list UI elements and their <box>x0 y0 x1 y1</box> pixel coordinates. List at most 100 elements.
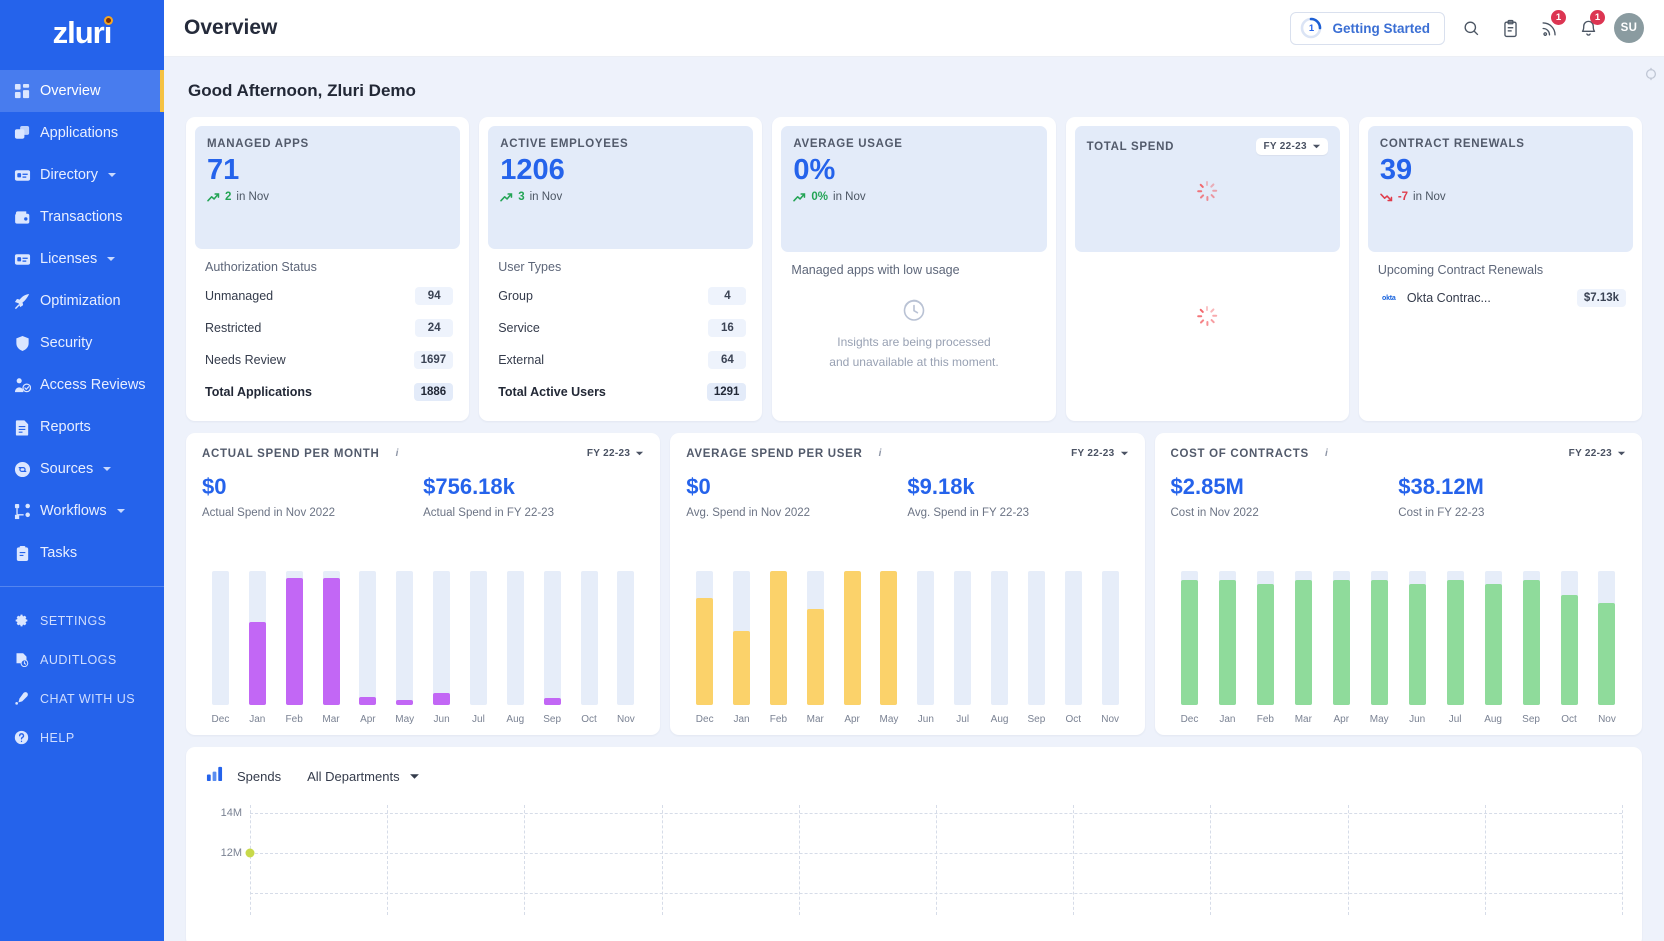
id-card-icon <box>14 167 40 184</box>
grid-vline <box>1348 805 1349 915</box>
kpi-total-row: Total Applications1886 <box>202 376 453 408</box>
expand-chevron[interactable] <box>102 464 112 474</box>
sidebar-item-label: Licenses <box>40 251 97 267</box>
bar-column[interactable]: Sep <box>534 531 571 725</box>
info-icon[interactable]: i <box>873 447 886 460</box>
bar-column[interactable]: Jun <box>1398 531 1436 725</box>
bar-column[interactable]: Apr <box>349 531 386 725</box>
fy-selector[interactable]: FY 22-23 <box>1256 138 1327 155</box>
sidebar-item-sources[interactable]: Sources <box>0 448 164 490</box>
fy-selector[interactable]: FY 22-23 <box>1569 448 1626 459</box>
sidebar-item-tasks[interactable]: Tasks <box>0 532 164 574</box>
bar-column[interactable]: Oct <box>1055 531 1092 725</box>
sidebar-item-directory[interactable]: Directory <box>0 154 164 196</box>
bar-column[interactable]: Jan <box>239 531 276 725</box>
contract-name: Okta Contrac... <box>1407 291 1491 305</box>
bar-column[interactable]: Jul <box>460 531 497 725</box>
kpi-row[interactable]: Needs Review1697 <box>202 344 453 376</box>
contract-renewal-row[interactable]: oktaOkta Contrac...$7.13k <box>1375 283 1626 313</box>
spends-grid <box>250 805 1622 915</box>
kpi-row[interactable]: External64 <box>495 344 746 376</box>
bar-column[interactable]: Feb <box>276 531 313 725</box>
bar-column[interactable]: Dec <box>202 531 239 725</box>
sidebar-item-security[interactable]: Security <box>0 322 164 364</box>
bar-column[interactable]: Jul <box>944 531 981 725</box>
bar-fill <box>1295 580 1312 705</box>
bar-column[interactable]: Jan <box>723 531 760 725</box>
bar-column[interactable]: Apr <box>1322 531 1360 725</box>
resize-handle[interactable] <box>1644 67 1658 81</box>
sidebar-item-chat-with-us[interactable]: CHAT WITH US <box>0 679 164 718</box>
bar-column[interactable]: Jun <box>423 531 460 725</box>
bar-column[interactable]: May <box>1360 531 1398 725</box>
bar-column[interactable]: Sep <box>1512 531 1550 725</box>
bar-column[interactable]: Jun <box>907 531 944 725</box>
bar-column[interactable]: Nov <box>1092 531 1129 725</box>
rss-icon[interactable]: 1 <box>1536 15 1562 41</box>
bar-column[interactable]: Mar <box>313 531 350 725</box>
bar-track <box>323 571 340 705</box>
search-icon[interactable] <box>1458 15 1484 41</box>
bar-column[interactable]: Dec <box>686 531 723 725</box>
bar-label: Jul <box>956 714 969 725</box>
expand-chevron[interactable] <box>116 506 126 516</box>
bar-column[interactable]: May <box>871 531 908 725</box>
fy-selector[interactable]: FY 22-23 <box>587 448 644 459</box>
data-point[interactable] <box>246 849 255 858</box>
bar-column[interactable]: Jul <box>1436 531 1474 725</box>
sidebar-item-auditlogs[interactable]: AUDITLOGS <box>0 640 164 679</box>
info-icon[interactable]: i <box>1320 447 1333 460</box>
kpi-row[interactable]: Service16 <box>495 312 746 344</box>
clock-history-icon <box>901 297 927 323</box>
bell-icon[interactable]: 1 <box>1575 15 1601 41</box>
kpi-title: MANAGED APPS <box>207 138 309 150</box>
bar-fill <box>1561 595 1578 705</box>
brand-logo[interactable]: zluri <box>0 0 164 66</box>
bar-column[interactable]: Oct <box>571 531 608 725</box>
sidebar-item-access-reviews[interactable]: Access Reviews <box>0 364 164 406</box>
bar-column[interactable]: Mar <box>1284 531 1322 725</box>
sidebar-item-transactions[interactable]: Transactions <box>0 196 164 238</box>
sidebar-item-help[interactable]: HELP <box>0 718 164 757</box>
bar-fill <box>323 578 340 705</box>
expand-chevron[interactable] <box>106 254 116 264</box>
bar-column[interactable]: Oct <box>1550 531 1588 725</box>
kpi-total-value: 1291 <box>707 383 747 401</box>
kpi-row[interactable]: Unmanaged94 <box>202 280 453 312</box>
sidebar-item-applications[interactable]: Applications <box>0 112 164 154</box>
bar-column[interactable]: Dec <box>1171 531 1209 725</box>
bar-column[interactable]: Sep <box>1018 531 1055 725</box>
bar-column[interactable]: Feb <box>1246 531 1284 725</box>
sidebar-item-settings[interactable]: SETTINGS <box>0 601 164 640</box>
kpi-delta-period: in Nov <box>530 191 563 203</box>
sidebar-item-licenses[interactable]: Licenses <box>0 238 164 280</box>
sidebar-item-optimization[interactable]: Optimization <box>0 280 164 322</box>
bar-column[interactable]: Apr <box>834 531 871 725</box>
expand-chevron[interactable] <box>107 170 117 180</box>
bar-column[interactable]: Aug <box>497 531 534 725</box>
department-filter-dropdown[interactable]: All Departments <box>307 769 419 784</box>
grid-icon <box>14 83 40 100</box>
bar-label: Apr <box>1334 714 1350 725</box>
bar-label: Jul <box>472 714 485 725</box>
getting-started-button[interactable]: 1 Getting Started <box>1290 12 1445 45</box>
bar-column[interactable]: May <box>386 531 423 725</box>
bar-column[interactable]: Aug <box>1474 531 1512 725</box>
kpi-row-label: External <box>498 353 544 367</box>
fy-selector[interactable]: FY 22-23 <box>1071 448 1128 459</box>
bar-column[interactable]: Mar <box>797 531 834 725</box>
clipboard-icon[interactable] <box>1497 15 1523 41</box>
kpi-row[interactable]: Group4 <box>495 280 746 312</box>
sidebar-item-overview[interactable]: Overview <box>0 70 164 112</box>
sidebar-item-workflows[interactable]: Workflows <box>0 490 164 532</box>
sidebar-item-reports[interactable]: Reports <box>0 406 164 448</box>
bar-column[interactable]: Feb <box>760 531 797 725</box>
kpi-section-label: User Types <box>495 260 746 274</box>
info-icon[interactable]: i <box>390 447 403 460</box>
bar-column[interactable]: Nov <box>1588 531 1626 725</box>
bar-column[interactable]: Jan <box>1208 531 1246 725</box>
kpi-row[interactable]: Restricted24 <box>202 312 453 344</box>
bar-column[interactable]: Nov <box>607 531 644 725</box>
avatar[interactable]: SU <box>1614 13 1644 43</box>
bar-column[interactable]: Aug <box>981 531 1018 725</box>
